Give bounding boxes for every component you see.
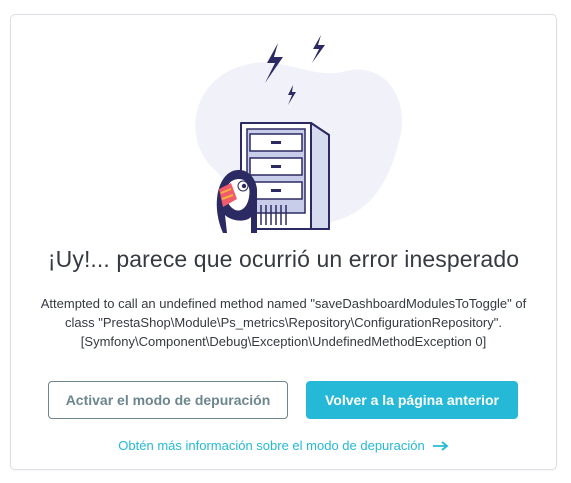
error-message-line: Attempted to call an undefined method na… [40, 296, 527, 311]
enable-debug-mode-button[interactable]: Activar el modo de depuración [48, 381, 288, 419]
puffin-mascot [216, 169, 257, 233]
server-with-puffin-illustration [195, 35, 403, 233]
error-message-line: class "PrestaShop\Module\Ps_metrics\Repo… [65, 315, 502, 330]
lightning-icon [312, 35, 325, 63]
error-card: ¡Uy!... parece que ocurrió un error ines… [10, 14, 557, 470]
arrow-right-icon [432, 439, 449, 454]
debug-mode-info-link-label[interactable]: Obtén más información sobre el modo de d… [118, 438, 424, 453]
error-message: Attempted to call an undefined method na… [23, 294, 544, 351]
error-message-line: [Symfony\Component\Debug\Exception\Undef… [80, 334, 487, 349]
error-title: ¡Uy!... parece que ocurrió un error ines… [47, 246, 520, 272]
back-to-previous-page-button[interactable]: Volver a la página anterior [306, 381, 518, 419]
debug-mode-info-link[interactable]: Obtén más información sobre el modo de d… [11, 438, 556, 454]
